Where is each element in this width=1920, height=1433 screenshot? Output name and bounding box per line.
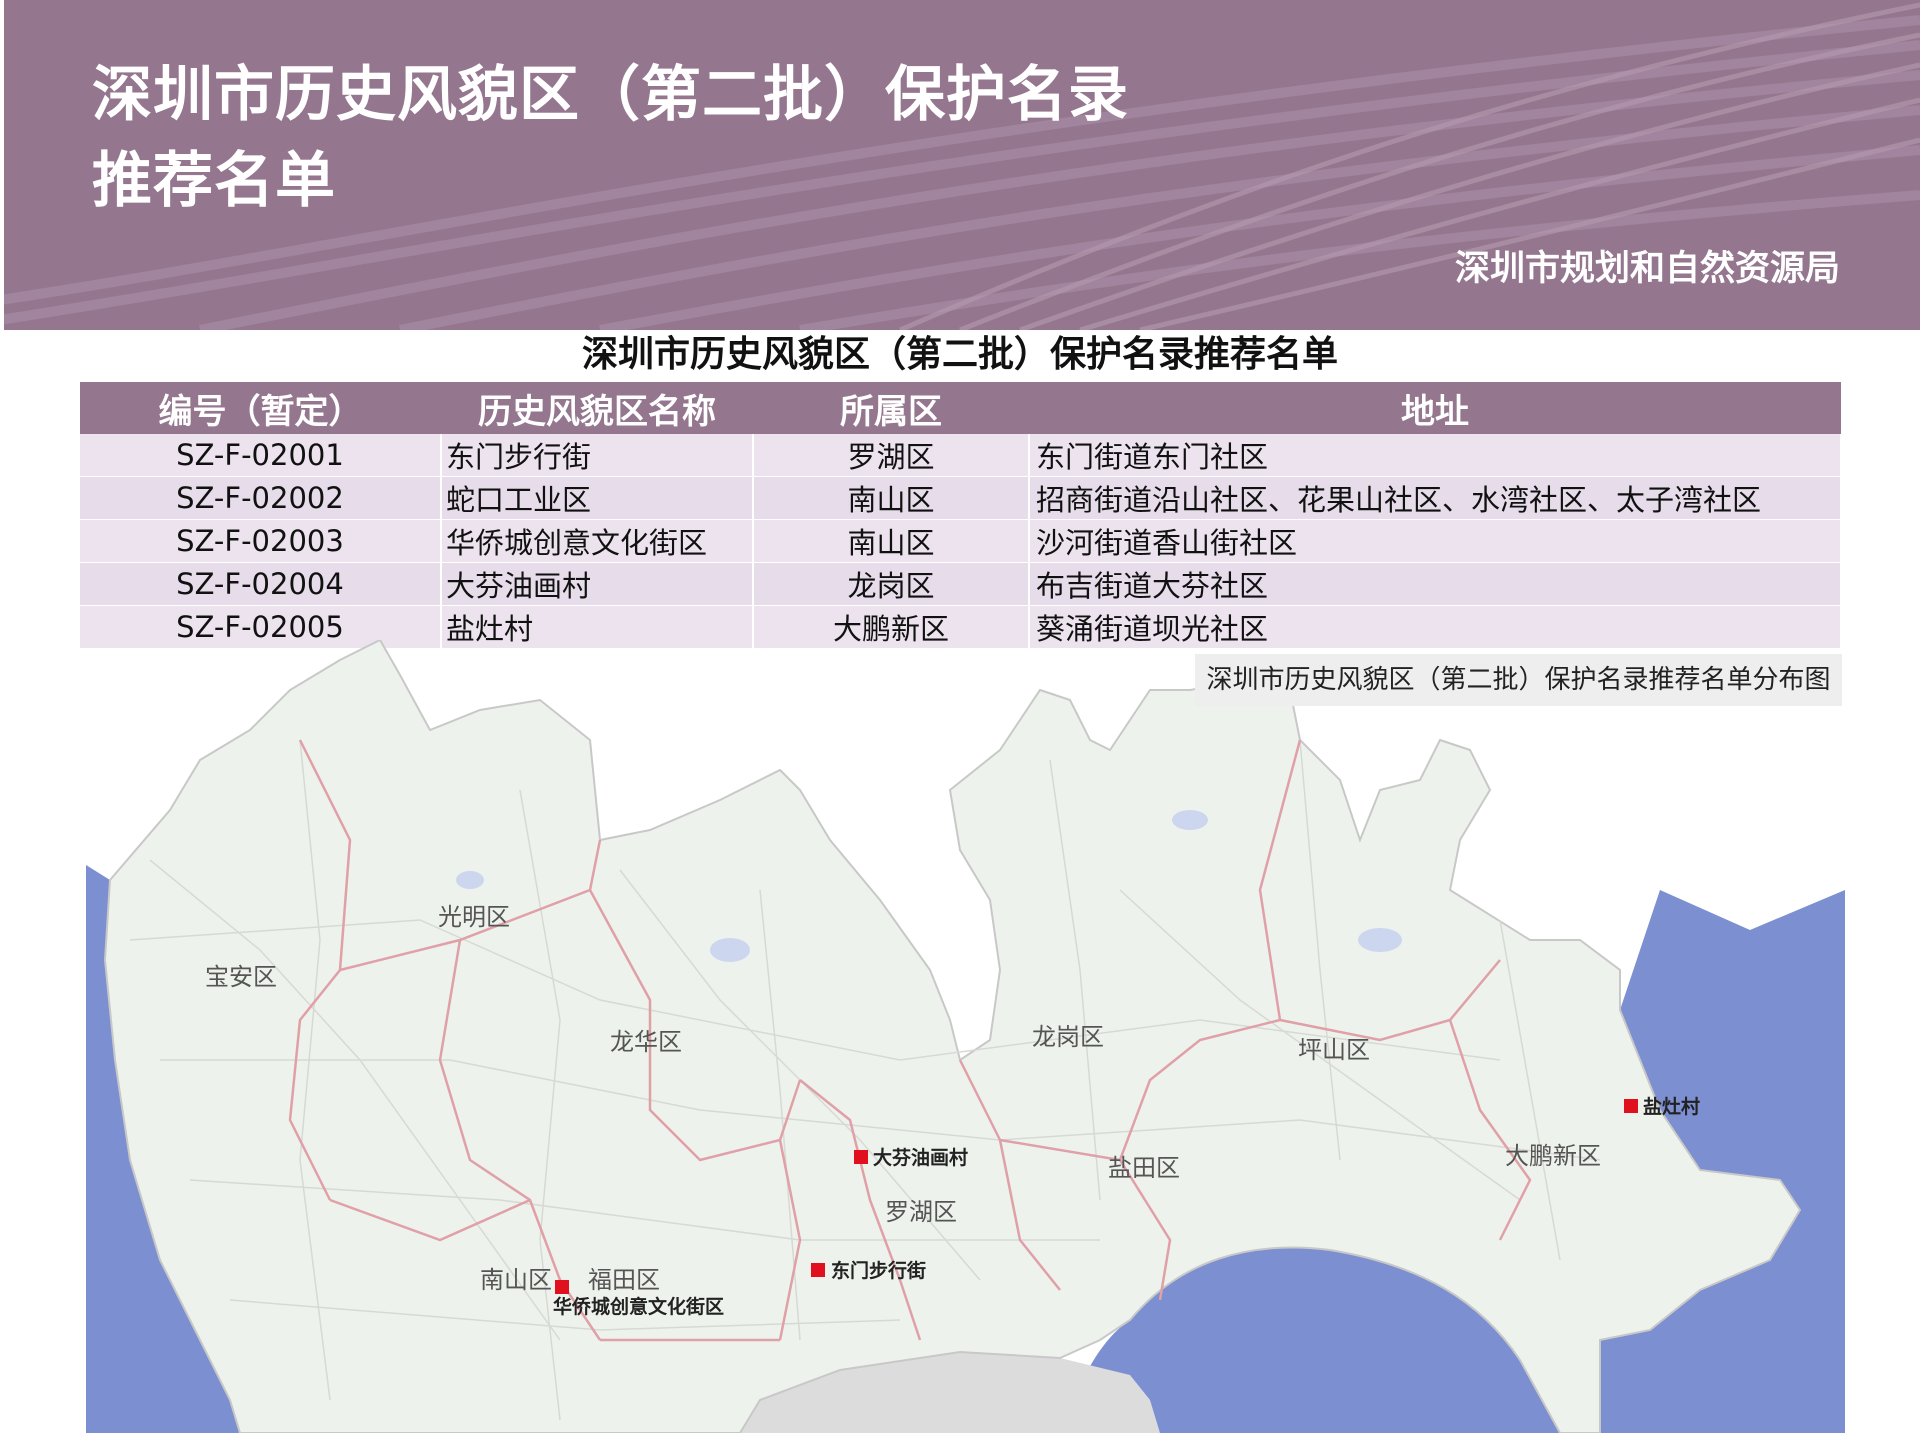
map-caption: 深圳市历史风貌区（第二批）保护名录推荐名单分布图 (1195, 654, 1842, 706)
site-marker-yanzao (1624, 1099, 1638, 1113)
site-marker-dafen (854, 1150, 868, 1164)
district-label-nanshan: 南山区 (480, 1266, 552, 1294)
district-label-luohu: 罗湖区 (885, 1198, 957, 1226)
distribution-map: 光明区 宝安区 龙华区 龙岗区 坪山区 盐田区 大鹏新区 罗湖区 南山区 福田区… (0, 640, 1920, 1433)
table-row: SZ-F-02002 蛇口工业区 南山区 招商街道沿山社区、花果山社区、水湾社区… (80, 476, 1842, 520)
district-label-dapeng: 大鹏新区 (1505, 1142, 1601, 1170)
cell-district: 龙岗区 (753, 562, 1030, 606)
district-label-futian: 福田区 (588, 1266, 660, 1294)
site-label-overseas-chinese-town: 华侨城创意文化街区 (553, 1295, 724, 1318)
table-row: SZ-F-02003 华侨城创意文化街区 南山区 沙河街道香山街社区 (80, 519, 1842, 563)
district-label-longhua: 龙华区 (610, 1028, 682, 1056)
cell-name: 大芬油画村 (441, 562, 754, 606)
cell-address: 布吉街道大芬社区 (1029, 562, 1842, 606)
site-label-dafen: 大芬油画村 (873, 1146, 968, 1169)
shenzhen-land (103, 640, 1802, 1433)
page-title-line1: 深圳市历史风貌区（第二批）保护名录 (92, 60, 1129, 130)
district-label-pingshan: 坪山区 (1298, 1036, 1370, 1064)
district-label-yantian: 盐田区 (1108, 1154, 1180, 1182)
cell-id: SZ-F-02004 (80, 562, 442, 606)
cell-id: SZ-F-02002 (80, 476, 442, 520)
cell-address: 招商街道沿山社区、花果山社区、水湾社区、太子湾社区 (1029, 476, 1842, 520)
table-title: 深圳市历史风貌区（第二批）保护名录推荐名单 (581, 334, 1338, 375)
site-marker-overseas-chinese-town (555, 1280, 569, 1294)
banner-left-edge (0, 0, 4, 330)
district-label-guangming: 光明区 (438, 903, 510, 931)
district-label-baoan: 宝安区 (205, 963, 277, 991)
column-header-name: 历史风貌区名称 (441, 382, 753, 434)
recommendation-table: 编号（暂定） 历史风貌区名称 所属区 地址 SZ-F-02001 东门步行街 罗… (80, 382, 1842, 649)
column-header-address: 地址 (1029, 382, 1841, 434)
site-marker-dongmen (811, 1263, 825, 1277)
site-label-dongmen: 东门步行街 (831, 1259, 926, 1282)
cell-district: 南山区 (753, 519, 1030, 563)
table-row: SZ-F-02004 大芬油画村 龙岗区 布吉街道大芬社区 (80, 562, 1842, 606)
district-label-longgang: 龙岗区 (1032, 1023, 1104, 1051)
cell-address: 沙河街道香山街社区 (1029, 519, 1842, 563)
cell-address: 东门街道东门社区 (1029, 434, 1842, 477)
page-title-line2: 推荐名单 (92, 146, 336, 216)
cell-id: SZ-F-02003 (80, 519, 442, 563)
column-header-district: 所属区 (753, 382, 1029, 434)
table-header-row: 编号（暂定） 历史风貌区名称 所属区 地址 (80, 382, 1841, 434)
cell-district: 南山区 (753, 476, 1030, 520)
organization-name: 深圳市规划和自然资源局 (1454, 249, 1840, 289)
table-row: SZ-F-02001 东门步行街 罗湖区 东门街道东门社区 (80, 434, 1842, 477)
page-title: 深圳市历史风貌区（第二批）保护名录 推荐名单 (92, 52, 1129, 224)
map-canvas: 光明区 宝安区 龙华区 龙岗区 坪山区 盐田区 大鹏新区 罗湖区 南山区 福田区… (86, 640, 1845, 1433)
column-header-id: 编号（暂定） (80, 382, 441, 434)
header-banner: 深圳市历史风貌区（第二批）保护名录 推荐名单 深圳市规划和自然资源局 (0, 0, 1920, 330)
cell-district: 罗湖区 (753, 434, 1030, 477)
cell-id: SZ-F-02001 (80, 434, 442, 477)
cell-name: 华侨城创意文化街区 (441, 519, 754, 563)
cell-name: 蛇口工业区 (441, 476, 754, 520)
site-label-yanzao: 盐灶村 (1643, 1095, 1700, 1118)
cell-name: 东门步行街 (441, 434, 754, 477)
